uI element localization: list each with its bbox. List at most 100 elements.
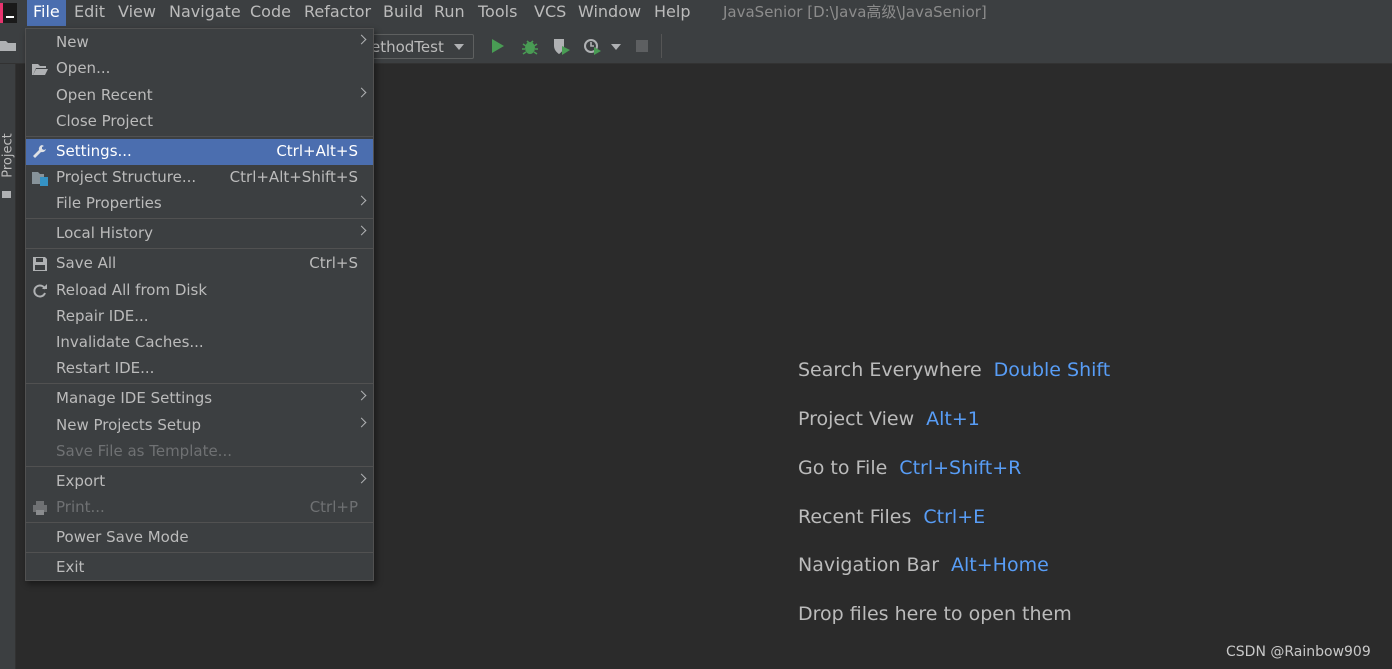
- save-disk-icon: [33, 257, 47, 271]
- menu-item-new-projects-setup[interactable]: New Projects Setup: [26, 413, 373, 439]
- menu-item-project-structure[interactable]: Project Structure... Ctrl+Alt+Shift+S: [26, 165, 373, 191]
- chevron-right-icon: [356, 225, 367, 236]
- menu-separator: [26, 218, 373, 219]
- menu-separator: [26, 466, 373, 467]
- menu-window[interactable]: Window: [572, 0, 647, 26]
- menu-item-label: Invalidate Caches...: [56, 333, 204, 351]
- menu-item-label: Settings...: [56, 142, 132, 160]
- menu-item-shortcut: Ctrl+P: [309, 498, 358, 516]
- menu-item-label: Repair IDE...: [56, 307, 149, 325]
- menu-item-label: Local History: [56, 224, 154, 242]
- profile-icon[interactable]: [583, 38, 603, 56]
- menu-separator: [26, 248, 373, 249]
- open-folder-icon: [32, 64, 48, 75]
- project-tool-tab[interactable]: Project: [1, 133, 16, 177]
- menu-item-new[interactable]: New: [26, 30, 373, 56]
- refresh-icon: [33, 284, 47, 298]
- menu-item-local-history[interactable]: Local History: [26, 221, 373, 247]
- menu-item-label: Manage IDE Settings: [56, 389, 213, 407]
- hint-navigation-bar: Navigation Bar Alt+Home: [798, 554, 1049, 576]
- left-tool-strip: Project: [0, 64, 16, 669]
- menu-vcs[interactable]: VCS: [528, 0, 572, 26]
- menu-item-file-properties[interactable]: File Properties: [26, 191, 373, 217]
- menu-run[interactable]: Run: [428, 0, 471, 26]
- menu-view[interactable]: View: [112, 0, 162, 26]
- menu-item-save-file-as-template: Save File as Template...: [26, 439, 373, 465]
- menu-item-exit[interactable]: Exit: [26, 555, 373, 581]
- hint-label: Search Everywhere: [798, 359, 982, 381]
- menu-separator: [26, 136, 373, 137]
- menu-item-power-save-mode[interactable]: Power Save Mode: [26, 525, 373, 551]
- menu-item-repair-ide[interactable]: Repair IDE...: [26, 304, 373, 330]
- menu-item-label: Open Recent: [56, 86, 153, 104]
- menu-item-open-recent[interactable]: Open Recent: [26, 83, 373, 109]
- chevron-right-icon: [356, 417, 367, 428]
- chevron-right-icon: [356, 87, 367, 98]
- menu-build[interactable]: Build: [377, 0, 429, 26]
- menu-help[interactable]: Help: [648, 0, 696, 26]
- menu-bar: File Edit View Navigate Code Refactor Bu…: [0, 0, 1392, 26]
- menu-item-label: Reload All from Disk: [56, 281, 208, 299]
- menu-file[interactable]: File: [27, 0, 66, 26]
- menu-separator: [26, 522, 373, 523]
- menu-item-open[interactable]: Open...: [26, 56, 373, 82]
- menu-item-save-all[interactable]: Save All Ctrl+S: [26, 251, 373, 277]
- wrench-icon: [33, 145, 46, 158]
- run-icon[interactable]: [491, 38, 505, 54]
- hint-drop-files: Drop files here to open them: [798, 603, 1072, 625]
- project-folder-icon: [2, 191, 11, 198]
- menu-item-reload-all-from-disk[interactable]: Reload All from Disk: [26, 278, 373, 304]
- menu-item-export[interactable]: Export: [26, 469, 373, 495]
- menu-item-label: Export: [56, 472, 106, 490]
- intellij-logo-icon: [0, 3, 17, 23]
- menu-item-manage-ide-settings[interactable]: Manage IDE Settings: [26, 386, 373, 412]
- hint-recent-files: Recent Files Ctrl+E: [798, 506, 985, 528]
- menu-item-invalidate-caches[interactable]: Invalidate Caches...: [26, 330, 373, 356]
- open-folder-icon[interactable]: [0, 39, 18, 53]
- menu-item-label: Open...: [56, 59, 111, 77]
- menu-item-label: Print...: [56, 498, 105, 516]
- hint-shortcut: Double Shift: [993, 359, 1111, 381]
- debug-icon[interactable]: [521, 38, 539, 56]
- hint-shortcut: Alt+1: [926, 408, 980, 430]
- chevron-right-icon: [356, 34, 367, 45]
- menu-item-settings[interactable]: Settings... Ctrl+Alt+S: [26, 139, 373, 165]
- file-menu-dropdown: New Open... Open Recent Close Project Se…: [25, 28, 374, 581]
- toolbar-divider: [661, 34, 662, 58]
- run-with-coverage-icon[interactable]: [552, 38, 572, 56]
- project-structure-icon: [32, 172, 48, 186]
- hint-search-everywhere: Search Everywhere Double Shift: [798, 359, 1110, 381]
- hint-go-to-file: Go to File Ctrl+Shift+R: [798, 457, 1021, 479]
- menu-code[interactable]: Code: [244, 0, 297, 26]
- menu-item-label: File Properties: [56, 194, 162, 212]
- hint-label: Navigation Bar: [798, 554, 940, 576]
- menu-item-close-project[interactable]: Close Project: [26, 109, 373, 135]
- menu-refactor[interactable]: Refactor: [298, 0, 377, 26]
- menu-item-shortcut: Ctrl+S: [309, 254, 358, 272]
- hint-shortcut: Ctrl+E: [923, 506, 986, 528]
- chevron-right-icon: [356, 473, 367, 484]
- more-run-options-chevron-icon[interactable]: [611, 44, 621, 50]
- run-configuration-selector[interactable]: ethodTest: [362, 34, 474, 59]
- run-configuration-name: ethodTest: [371, 38, 444, 56]
- stop-icon[interactable]: [636, 40, 648, 52]
- menu-item-label: Restart IDE...: [56, 359, 155, 377]
- menu-tools[interactable]: Tools: [472, 0, 523, 26]
- menu-item-label: Project Structure...: [56, 168, 197, 186]
- menu-item-label: New Projects Setup: [56, 416, 202, 434]
- menu-item-label: Close Project: [56, 112, 153, 130]
- menu-item-label: Save File as Template...: [56, 442, 232, 460]
- menu-item-shortcut: Ctrl+Alt+S: [276, 142, 358, 160]
- hint-shortcut: Alt+Home: [951, 554, 1049, 576]
- menu-separator: [26, 552, 373, 553]
- chevron-right-icon: [356, 390, 367, 401]
- printer-icon: [33, 501, 47, 515]
- window-title: JavaSenior [D:\Java高级\JavaSenior]: [723, 3, 987, 21]
- menu-item-restart-ide[interactable]: Restart IDE...: [26, 356, 373, 382]
- menu-navigate[interactable]: Navigate: [163, 0, 247, 26]
- menu-item-print: Print... Ctrl+P: [26, 495, 373, 521]
- menu-item-label: New: [56, 33, 89, 51]
- menu-item-label: Power Save Mode: [56, 528, 189, 546]
- menu-edit[interactable]: Edit: [68, 0, 111, 26]
- menu-item-shortcut: Ctrl+Alt+Shift+S: [229, 168, 358, 186]
